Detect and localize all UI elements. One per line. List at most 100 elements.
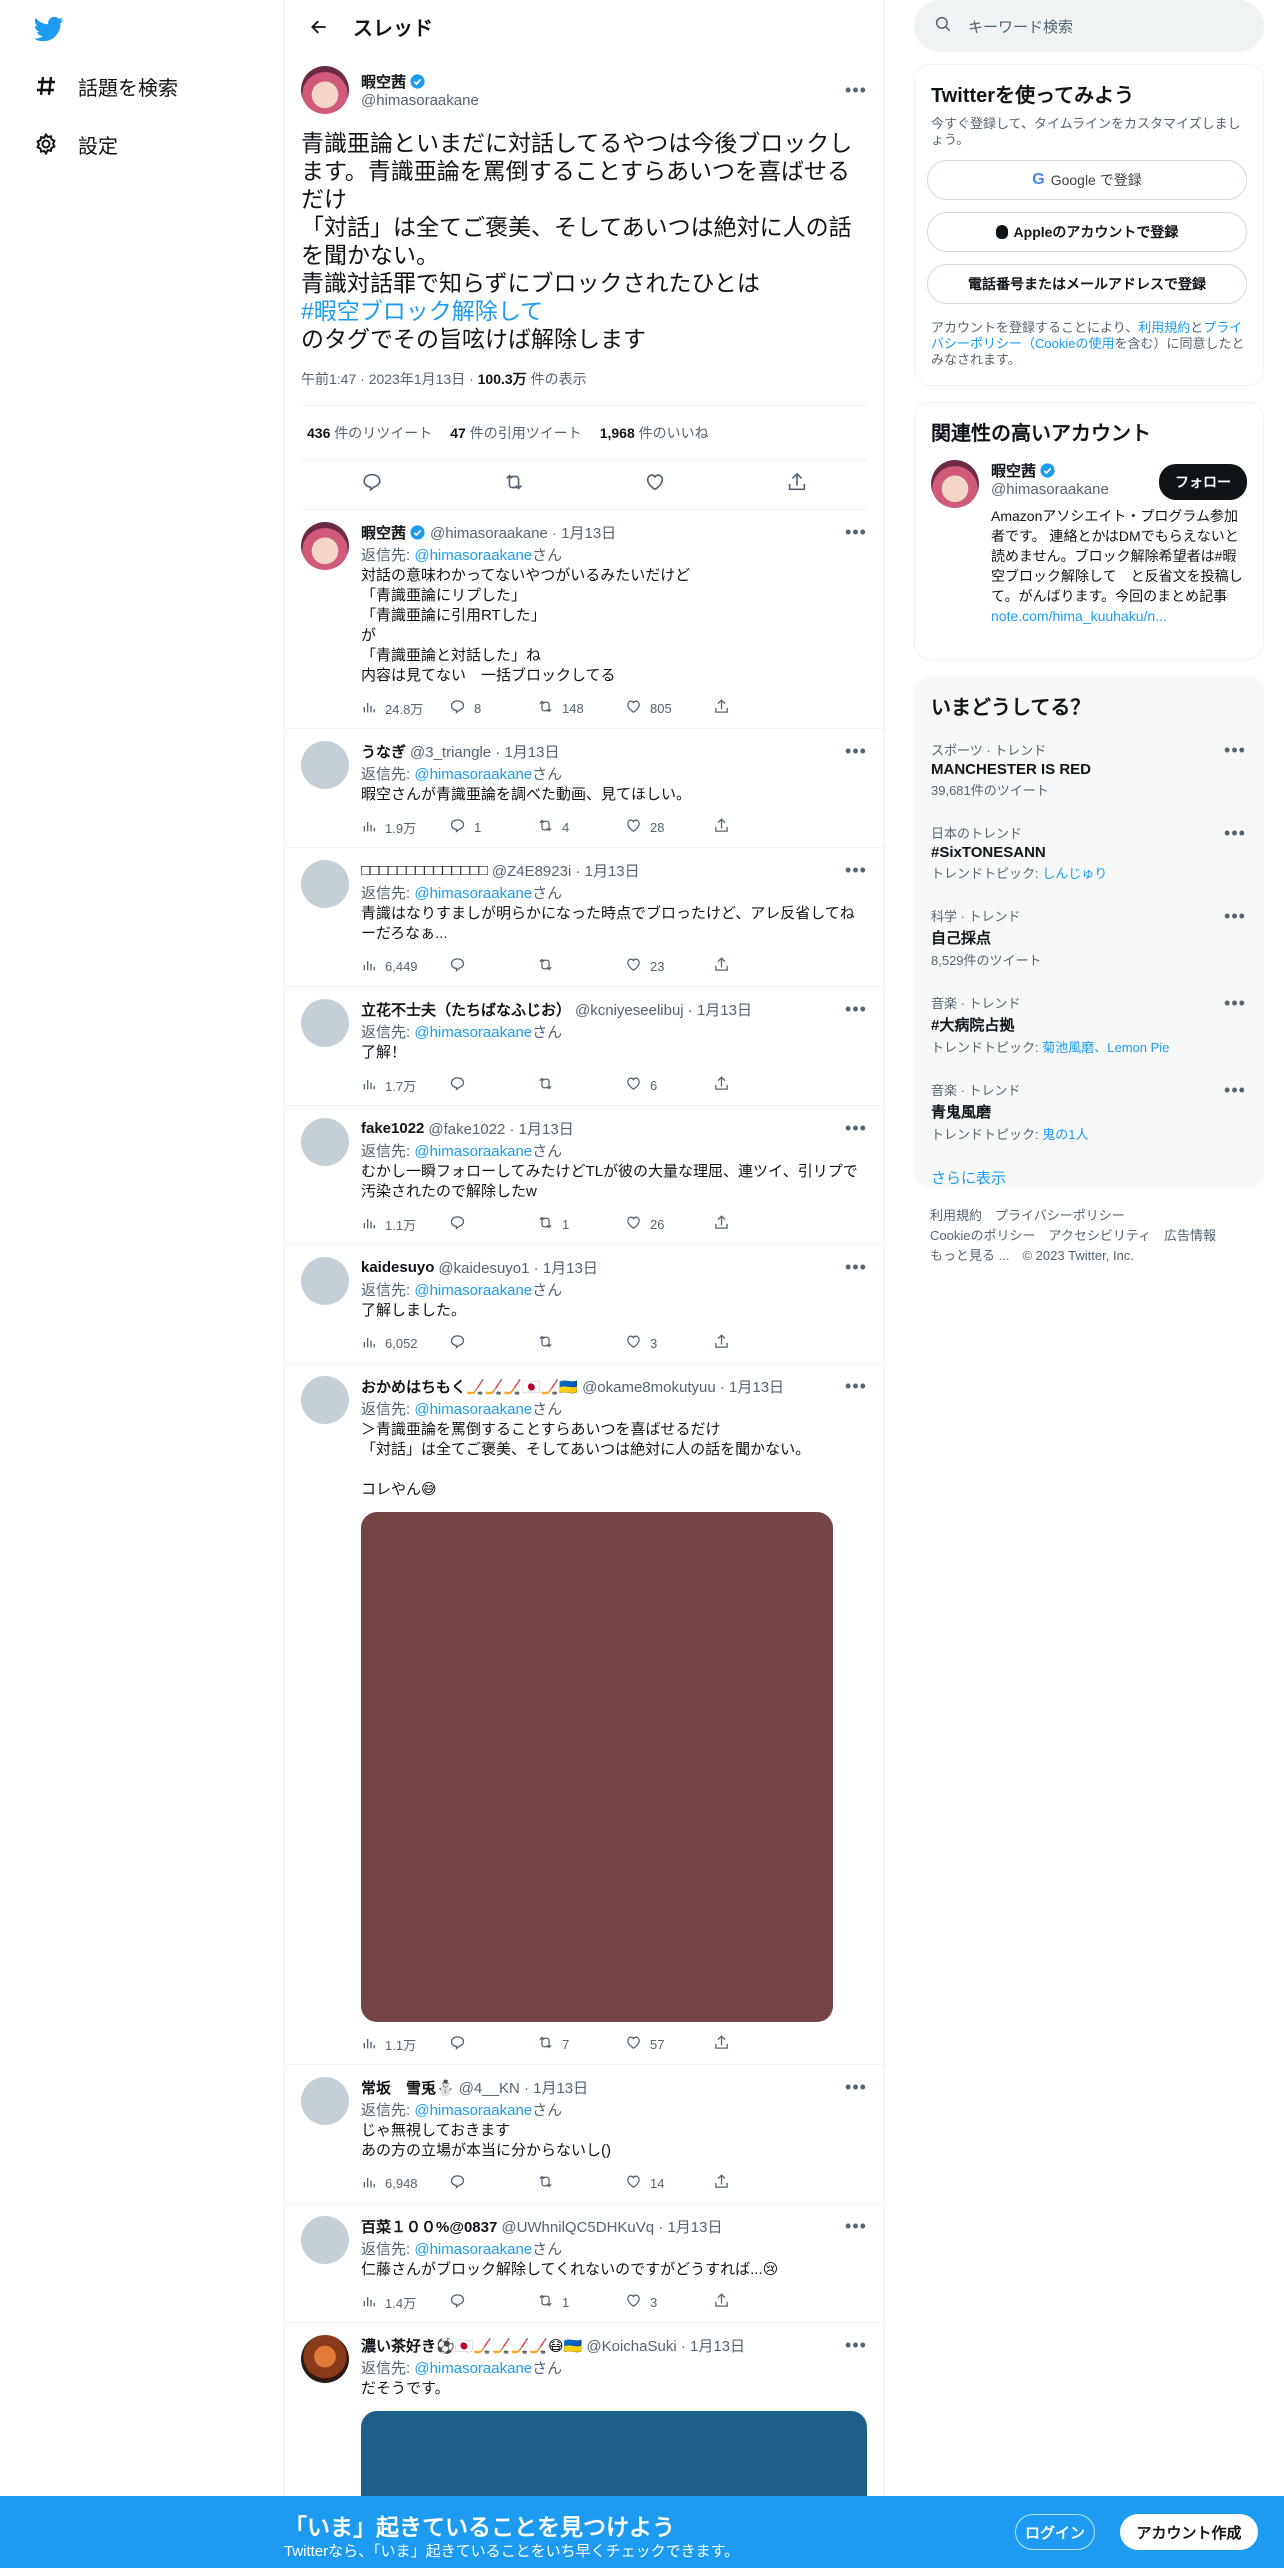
footer-line-2[interactable]: Cookieのポリシー アクセシビリティ 広告情報 <box>930 1226 1216 1246</box>
terms-link[interactable]: 利用規約 <box>1138 320 1190 335</box>
tweet-timestamp[interactable]: 午前1:47 · 2023年1月13日 · <box>301 371 478 387</box>
reply-author-handle[interactable]: @Z4E8923i · 1月13日 <box>492 860 640 881</box>
like-stat[interactable]: 1,968 件のいいね <box>600 423 709 443</box>
back-arrow-icon[interactable] <box>301 9 337 45</box>
avatar[interactable] <box>301 2216 349 2264</box>
like-button[interactable]: 3 <box>625 2292 713 2312</box>
more-options-icon[interactable]: ••• <box>1223 993 1247 1014</box>
show-more-link[interactable]: さらに表示 <box>915 1155 1263 1200</box>
replying-to-handle[interactable]: @himasoraakane <box>414 2102 532 2119</box>
reply-button[interactable] <box>449 2034 537 2054</box>
reply-author-name[interactable]: おかめはちもく🏒🏒🏒🇯🇵🏒🇺🇦 <box>361 1376 578 1397</box>
related-name[interactable]: 暇空茜 <box>991 460 1036 481</box>
like-button[interactable]: 57 <box>625 2034 713 2054</box>
more-options-icon[interactable]: ••• <box>844 1257 868 1278</box>
avatar[interactable] <box>301 2335 349 2383</box>
avatar[interactable] <box>301 1257 349 1305</box>
avatar[interactable] <box>301 522 349 570</box>
retweet-button[interactable] <box>537 1075 625 1095</box>
footer-line-1[interactable]: 利用規約 プライバシーポリシー <box>930 1206 1216 1226</box>
reply-tweet[interactable]: 常坂 雪兎⛄ @4__KN · 1月13日 ••• 返信先: @himasoraaka… <box>285 2065 884 2204</box>
trend-item[interactable]: 科学 · トレンド 自己採点 8,529件のツイート ••• <box>915 894 1263 981</box>
retweet-button[interactable] <box>537 2173 625 2193</box>
retweet-button[interactable] <box>537 956 625 976</box>
reply-button[interactable] <box>449 1075 537 1095</box>
more-options-icon[interactable]: ••• <box>1223 740 1247 761</box>
reply-author-handle[interactable]: @UWhnilQC5DHKuVq · 1月13日 <box>501 2216 722 2237</box>
avatar[interactable] <box>301 999 349 1047</box>
reply-button[interactable] <box>449 1214 537 1234</box>
more-options-icon[interactable]: ••• <box>1223 906 1247 927</box>
trend-item[interactable]: 日本のトレンド #SixTONESANN トレンドトピック: しんじゅり ••• <box>915 811 1263 894</box>
views-button[interactable]: 1.7万 <box>361 1076 449 1095</box>
share-button[interactable] <box>713 1075 801 1095</box>
views-button[interactable]: 1.1万 <box>361 1215 449 1234</box>
search-input[interactable]: キーワード検索 <box>914 0 1264 52</box>
related-account[interactable]: 暇空茜 @himasoraakane フォロー Amazonアソシエイト・プログ… <box>915 450 1263 636</box>
like-button[interactable]: 6 <box>625 1075 713 1095</box>
more-options-icon[interactable]: ••• <box>844 2077 868 2098</box>
reply-author-handle[interactable]: @fake1022 · 1月13日 <box>428 1118 573 1139</box>
avatar[interactable] <box>301 860 349 908</box>
more-options-icon[interactable]: ••• <box>844 1118 868 1139</box>
like-button[interactable]: 805 <box>625 698 713 718</box>
replying-to-handle[interactable]: @himasoraakane <box>414 885 532 902</box>
footer-line-3[interactable]: もっと見る ... © 2023 Twitter, Inc. <box>930 1246 1216 1266</box>
retweet-button[interactable]: 4 <box>537 817 625 837</box>
avatar[interactable] <box>301 66 349 114</box>
reply-author-name[interactable]: 百菜１００%@0837 <box>361 2216 497 2237</box>
like-button[interactable]: 23 <box>625 956 713 976</box>
nav-settings[interactable]: 設定 <box>32 124 118 164</box>
avatar[interactable] <box>301 1118 349 1166</box>
more-options-icon[interactable]: ••• <box>844 860 868 881</box>
trend-item[interactable]: 音楽 · トレンド 青鬼風磨 トレンドトピック: 鬼の1人 ••• <box>915 1068 1263 1155</box>
replying-to-handle[interactable]: @himasoraakane <box>414 2241 532 2258</box>
more-options-icon[interactable]: ••• <box>1223 823 1247 844</box>
reply-tweet[interactable]: おかめはちもく🏒🏒🏒🇯🇵🏒🇺🇦 @okame8mokutyuu · 1月13日 ••… <box>285 1364 884 2065</box>
reply-author-name[interactable]: fake1022 <box>361 1120 424 1137</box>
related-bio-link[interactable]: note.com/hima_kuuhaku/n... <box>991 608 1167 624</box>
reply-tweet[interactable]: □□□□□□□□□□□□□□ @Z4E8923i · 1月13日 ••• 返信先: @… <box>285 848 884 987</box>
share-button[interactable] <box>713 698 801 718</box>
trend-topic-link[interactable]: しんじゅり <box>1042 866 1107 881</box>
reply-author-handle[interactable]: @kaidesuyo1 · 1月13日 <box>438 1257 597 1278</box>
share-button[interactable] <box>713 2034 801 2054</box>
views-button[interactable]: 6,052 <box>361 1334 449 1353</box>
reply-author-handle[interactable]: @okame8mokutyuu · 1月13日 <box>582 1376 784 1397</box>
views-button[interactable]: 24.8万 <box>361 699 449 718</box>
like-button[interactable]: 14 <box>625 2173 713 2193</box>
views-button[interactable]: 1.4万 <box>361 2293 449 2312</box>
reply-button[interactable] <box>449 1333 537 1353</box>
replying-to-handle[interactable]: @himasoraakane <box>414 1024 532 1041</box>
signup-button[interactable]: アカウント作成 <box>1120 2514 1258 2550</box>
more-options-icon[interactable]: ••• <box>1223 1080 1247 1101</box>
like-button[interactable]: 28 <box>625 817 713 837</box>
reply-author-handle[interactable]: @KoichaSuki · 1月13日 <box>586 2335 745 2356</box>
replying-to-handle[interactable]: @himasoraakane <box>414 547 532 564</box>
reply-author-handle[interactable]: @4__KN · 1月13日 <box>459 2077 588 2098</box>
reply-tweet[interactable]: 暇空茜 @himasoraakane · 1月13日 ••• 返信先: @himaso… <box>285 510 884 729</box>
reply-button[interactable]: 1 <box>449 817 537 837</box>
like-button[interactable]: 3 <box>625 1333 713 1353</box>
related-handle[interactable]: @himasoraakane <box>991 481 1159 498</box>
reply-button[interactable] <box>449 2292 537 2312</box>
retweet-button[interactable] <box>537 1333 625 1353</box>
login-button[interactable]: ログイン <box>1015 2514 1095 2550</box>
retweet-button[interactable]: 1 <box>537 2292 625 2312</box>
retweet-icon[interactable] <box>503 471 525 498</box>
more-options-icon[interactable]: ••• <box>844 2335 868 2356</box>
more-options-icon[interactable]: ••• <box>844 2216 868 2237</box>
views-button[interactable]: 1.9万 <box>361 818 449 837</box>
replying-to-handle[interactable]: @himasoraakane <box>414 1401 532 1418</box>
related-avatar[interactable] <box>931 460 979 508</box>
share-button[interactable] <box>713 956 801 976</box>
like-button[interactable]: 26 <box>625 1214 713 1234</box>
retweet-button[interactable]: 148 <box>537 698 625 718</box>
replying-to-handle[interactable]: @himasoraakane <box>414 766 532 783</box>
share-button[interactable] <box>713 2173 801 2193</box>
quote-stat[interactable]: 47 件の引用ツイート <box>450 423 581 443</box>
reply-author-name[interactable]: 常坂 雪兎⛄ <box>361 2077 455 2098</box>
more-options-icon[interactable]: ••• <box>844 80 868 101</box>
reply-tweet[interactable]: 立花不士夫（たちばなふじお） @kcniyeseelibuj · 1月13日 •••… <box>285 987 884 1106</box>
reply-tweet[interactable]: うなぎ @3_triangle · 1月13日 ••• 返信先: @himasoraa… <box>285 729 884 848</box>
